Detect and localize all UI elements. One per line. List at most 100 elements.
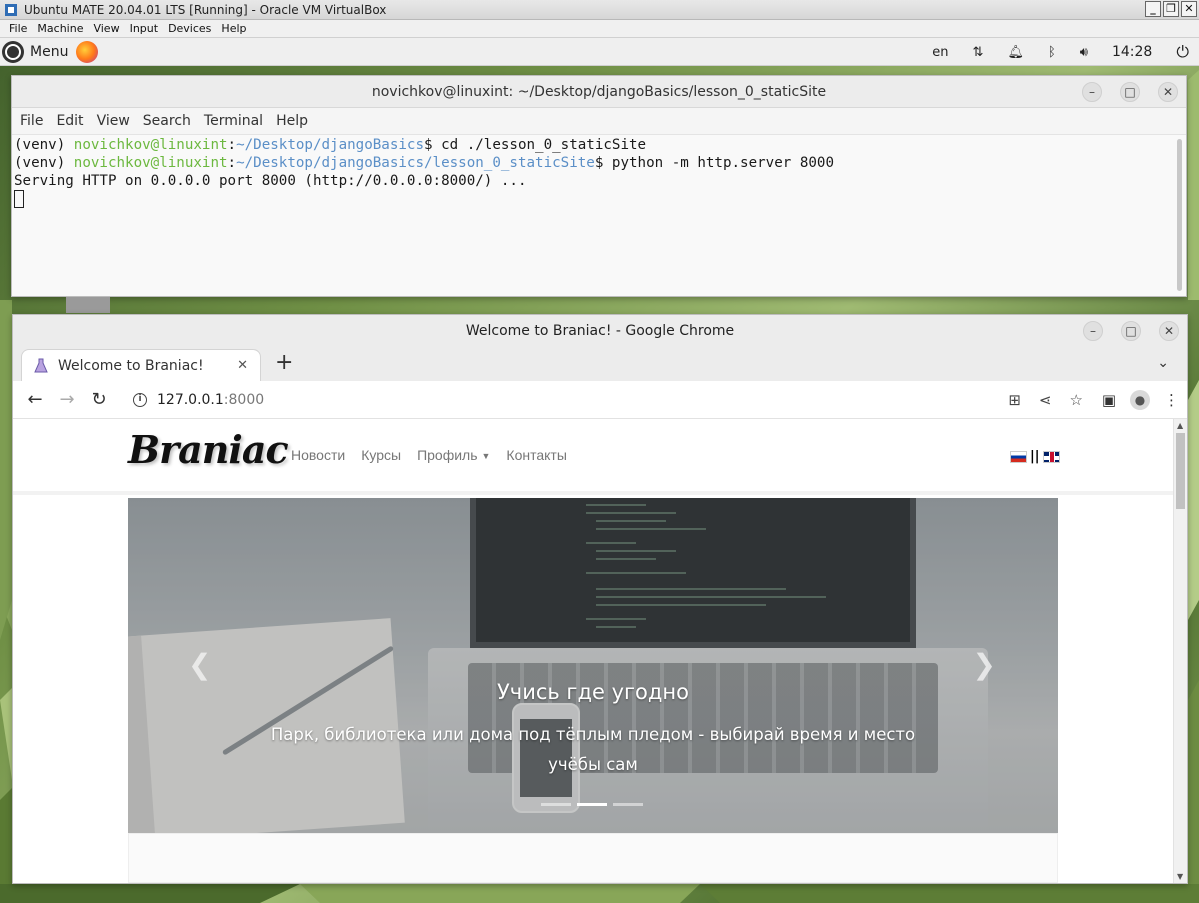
- page-viewport: Braniac Новости Курсы Профиль ▼ Контакты …: [13, 419, 1187, 883]
- chrome-minimize-button[interactable]: –: [1083, 321, 1103, 341]
- venv-prefix: (venv): [14, 155, 74, 171]
- terminal-menu-file[interactable]: File: [20, 113, 50, 129]
- carousel-next-icon[interactable]: ❯: [973, 648, 996, 681]
- main-menu-label: Menu: [30, 43, 69, 60]
- terminal-scrollbar[interactable]: [1177, 139, 1182, 291]
- prompt-user: novichkov@linuxint: [73, 137, 228, 153]
- tab-search-chevron-icon[interactable]: ⌄: [1157, 355, 1169, 371]
- scroll-down-icon[interactable]: ▼: [1177, 872, 1183, 881]
- nav-link-courses[interactable]: Курсы: [361, 447, 401, 463]
- power-icon[interactable]: ⏻: [1166, 42, 1199, 62]
- prompt-colon: :: [227, 155, 237, 171]
- terminal-line: (venv) novichkov@linuxint:~/Desktop/djan…: [14, 154, 1186, 172]
- clock[interactable]: 14:28: [1100, 44, 1166, 60]
- brand-logo[interactable]: Braniac: [128, 427, 289, 472]
- virtualbox-titlebar: Ubuntu MATE 20.04.01 LTS [Running] - Ora…: [0, 0, 1199, 20]
- nav-links: Новости Курсы Профиль ▼ Контакты: [291, 447, 567, 463]
- address-bar[interactable]: i 127.0.0.1:8000 ⊞ ⋖ ☆: [123, 385, 1093, 415]
- back-button[interactable]: ←: [19, 389, 51, 410]
- notification-bell-icon[interactable]: 🔔︎: [995, 45, 1036, 60]
- venv-prefix: (venv): [14, 137, 74, 153]
- language-switcher: ||: [1010, 449, 1060, 464]
- carousel-caption-title: Учись где угодно: [496, 680, 689, 704]
- tab-close-icon[interactable]: ✕: [237, 358, 248, 373]
- prompt-user: novichkov@linuxint: [73, 155, 228, 171]
- carousel-caption-text: Парк, библиотека или дома под тёплым пле…: [270, 725, 916, 774]
- url-port: :8000: [223, 392, 265, 408]
- vbox-menu-view[interactable]: View: [88, 22, 124, 35]
- chrome-titlebar[interactable]: Welcome to Braniac! - Google Chrome – □ …: [13, 315, 1187, 347]
- carousel-prev-icon[interactable]: ❮: [188, 648, 211, 681]
- nav-link-news[interactable]: Новости: [291, 447, 345, 463]
- terminal-menu-terminal[interactable]: Terminal: [204, 113, 270, 129]
- terminal-menubar: File Edit View Search Terminal Help: [12, 108, 1186, 134]
- chrome-toolbar: ← → ↻ i 127.0.0.1:8000 ⊞ ⋖ ☆ ▣ ● ⋮: [13, 381, 1187, 419]
- nav-profile-label: Профиль: [417, 447, 478, 463]
- profile-avatar-icon[interactable]: ●: [1130, 390, 1150, 410]
- site-navbar: Braniac Новости Курсы Профиль ▼ Контакты …: [13, 419, 1173, 495]
- flag-separator: ||: [1030, 449, 1040, 464]
- volume-icon[interactable]: 🔊︎: [1068, 45, 1100, 60]
- terminal-cursor: [14, 190, 24, 208]
- tab-welcome[interactable]: Welcome to Braniac! ✕: [21, 349, 261, 381]
- page-scrollbar[interactable]: ▲ ▼: [1173, 419, 1187, 883]
- vbox-close-button[interactable]: ✕: [1181, 1, 1197, 17]
- chrome-menu-icon[interactable]: ⋮: [1164, 391, 1179, 409]
- terminal-menu-view[interactable]: View: [97, 113, 137, 129]
- scroll-up-icon[interactable]: ▲: [1177, 421, 1183, 430]
- terminal-close-button[interactable]: ✕: [1158, 82, 1178, 102]
- terminal-minimize-button[interactable]: –: [1082, 82, 1102, 102]
- chrome-maximize-button[interactable]: □: [1121, 321, 1141, 341]
- chrome-close-button[interactable]: ✕: [1159, 321, 1179, 341]
- terminal-menu-edit[interactable]: Edit: [56, 113, 90, 129]
- side-panel-icon[interactable]: ▣: [1102, 391, 1116, 409]
- terminal-maximize-button[interactable]: □: [1120, 82, 1140, 102]
- bluetooth-icon[interactable]: ᛒ: [1036, 45, 1068, 60]
- terminal-output[interactable]: (venv) novichkov@linuxint:~/Desktop/djan…: [12, 134, 1186, 296]
- vbox-menu-file[interactable]: File: [4, 22, 32, 35]
- vbox-menu-devices[interactable]: Devices: [163, 22, 216, 35]
- terminal-titlebar[interactable]: novichkov@linuxint: ~/Desktop/djangoBasi…: [12, 76, 1186, 108]
- terminal-menu-search[interactable]: Search: [143, 113, 198, 129]
- vbox-menu-input[interactable]: Input: [125, 22, 163, 35]
- prompt-colon: :: [227, 137, 237, 153]
- prompt-command: $ cd ./lesson_0_staticSite: [424, 137, 647, 153]
- russian-flag-icon[interactable]: [1010, 450, 1027, 463]
- main-menu-button[interactable]: Menu: [0, 40, 69, 63]
- chrome-window: Welcome to Braniac! - Google Chrome – □ …: [12, 314, 1188, 884]
- uk-flag-icon[interactable]: [1042, 450, 1060, 463]
- vbox-restore-button[interactable]: ❐: [1163, 1, 1179, 17]
- share-icon[interactable]: ⋖: [1039, 391, 1052, 409]
- hero-carousel: ❮ ❯ Учись где угодно Парк, библиотека ил…: [128, 498, 1058, 833]
- terminal-line: (venv) novichkov@linuxint:~/Desktop/djan…: [14, 136, 1186, 154]
- mate-panel: Menu en ⇅ 🔔︎ ᛒ 🔊︎ 14:28 ⏻: [0, 38, 1199, 66]
- site-info-icon[interactable]: i: [133, 393, 147, 407]
- network-icon[interactable]: ⇅: [961, 45, 996, 60]
- nav-dropdown-profile[interactable]: Профиль ▼: [417, 447, 490, 463]
- new-tab-button[interactable]: +: [275, 352, 293, 374]
- scrollbar-thumb[interactable]: [1176, 433, 1185, 509]
- reload-button[interactable]: ↻: [83, 389, 115, 410]
- carousel-indicator[interactable]: [613, 803, 643, 806]
- taskbar-stub: [66, 297, 110, 313]
- firefox-launcher-icon[interactable]: [76, 40, 99, 63]
- vbox-menu-help[interactable]: Help: [216, 22, 251, 35]
- carousel-indicator[interactable]: [541, 803, 571, 806]
- vbox-menu-machine[interactable]: Machine: [32, 22, 88, 35]
- terminal-menu-help[interactable]: Help: [276, 113, 315, 129]
- carousel-indicator[interactable]: [577, 803, 607, 806]
- vbox-minimize-button[interactable]: _: [1145, 1, 1161, 17]
- prompt-command: $ python -m http.server 8000: [594, 155, 835, 171]
- ubuntu-logo-icon: [2, 40, 24, 63]
- prompt-path: ~/Desktop/djangoBasics/lesson_0_staticSi…: [236, 155, 595, 171]
- tab-title: Welcome to Braniac!: [58, 357, 204, 374]
- tab-strip: Welcome to Braniac! ✕ + ⌄: [13, 347, 1187, 381]
- nav-link-contacts[interactable]: Контакты: [506, 447, 566, 463]
- forward-button[interactable]: →: [51, 389, 83, 410]
- translate-icon[interactable]: ⊞: [1008, 391, 1021, 409]
- url-host: 127.0.0.1: [157, 392, 224, 408]
- bookmark-star-icon[interactable]: ☆: [1070, 391, 1083, 409]
- keyboard-layout-indicator[interactable]: en: [920, 45, 960, 60]
- carousel-indicators: [541, 803, 643, 806]
- caret-down-icon: ▼: [481, 451, 491, 462]
